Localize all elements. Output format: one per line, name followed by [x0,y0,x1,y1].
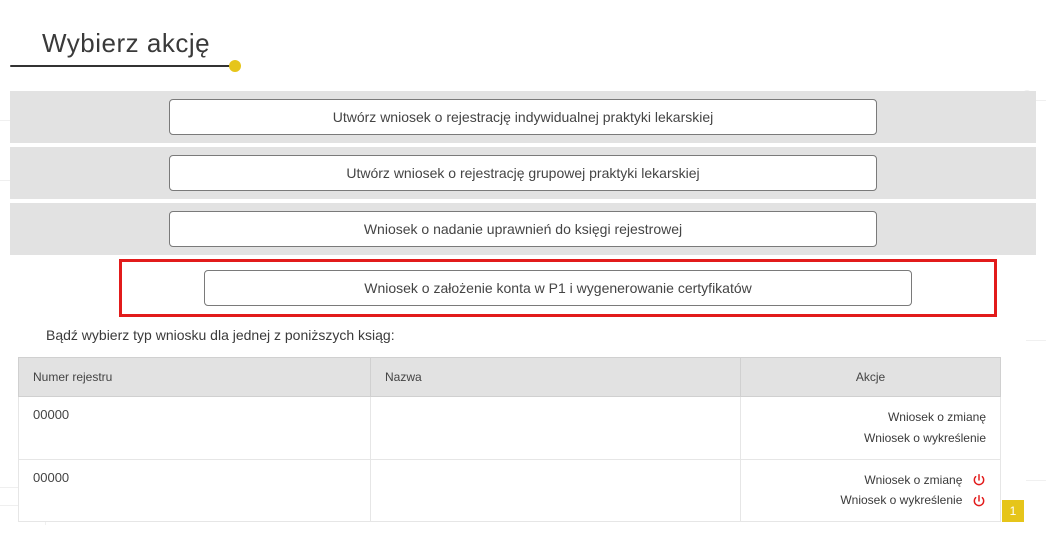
link-change[interactable]: Wniosek o zmianę [864,471,962,490]
title-rule [10,65,235,67]
table-row: 00000 Wniosek o zmianę Wniosek o wykreśl… [19,397,1001,460]
highlighted-action-wrapper: Wniosek o założenie konta w P1 i wygener… [119,259,997,317]
col-header-name: Nazwa [371,358,741,397]
subtext: Bądź wybierz typ wniosku dla jednej z po… [46,327,1036,343]
power-icon [972,494,986,508]
cell-name [371,397,741,460]
action-create-p1-account[interactable]: Wniosek o założenie konta w P1 i wygener… [204,270,912,306]
power-icon [972,473,986,487]
pager-current[interactable]: 1 [1002,500,1024,522]
cell-name [371,459,741,522]
action-strip: Utwórz wniosek o rejestrację grupowej pr… [10,147,1036,199]
cell-number: 00000 [19,397,371,460]
books-table: Numer rejestru Nazwa Akcje 00000 Wniosek… [18,357,1001,522]
action-strip: Utwórz wniosek o rejestrację indywidualn… [10,91,1036,143]
action-create-individual[interactable]: Utwórz wniosek o rejestrację indywidualn… [169,99,877,135]
cell-actions: Wniosek o zmianę Wniosek o wykreślenie [741,459,1001,522]
action-create-group[interactable]: Utwórz wniosek o rejestrację grupowej pr… [169,155,877,191]
action-strip: Wniosek o nadanie uprawnień do księgi re… [10,203,1036,255]
link-delete[interactable]: Wniosek o wykreślenie [840,491,962,510]
action-grant-rights[interactable]: Wniosek o nadanie uprawnień do księgi re… [169,211,877,247]
link-change[interactable]: Wniosek o zmianę [888,408,986,427]
table-row: 00000 Wniosek o zmianę Wniosek o wykreśl… [19,459,1001,522]
table-header-row: Numer rejestru Nazwa Akcje [19,358,1001,397]
cell-actions: Wniosek o zmianę Wniosek o wykreślenie [741,397,1001,460]
cell-number: 00000 [19,459,371,522]
col-header-actions: Akcje [741,358,1001,397]
link-delete[interactable]: Wniosek o wykreślenie [864,429,986,448]
col-header-number: Numer rejestru [19,358,371,397]
page-title: Wybierz akcję [42,28,1036,59]
